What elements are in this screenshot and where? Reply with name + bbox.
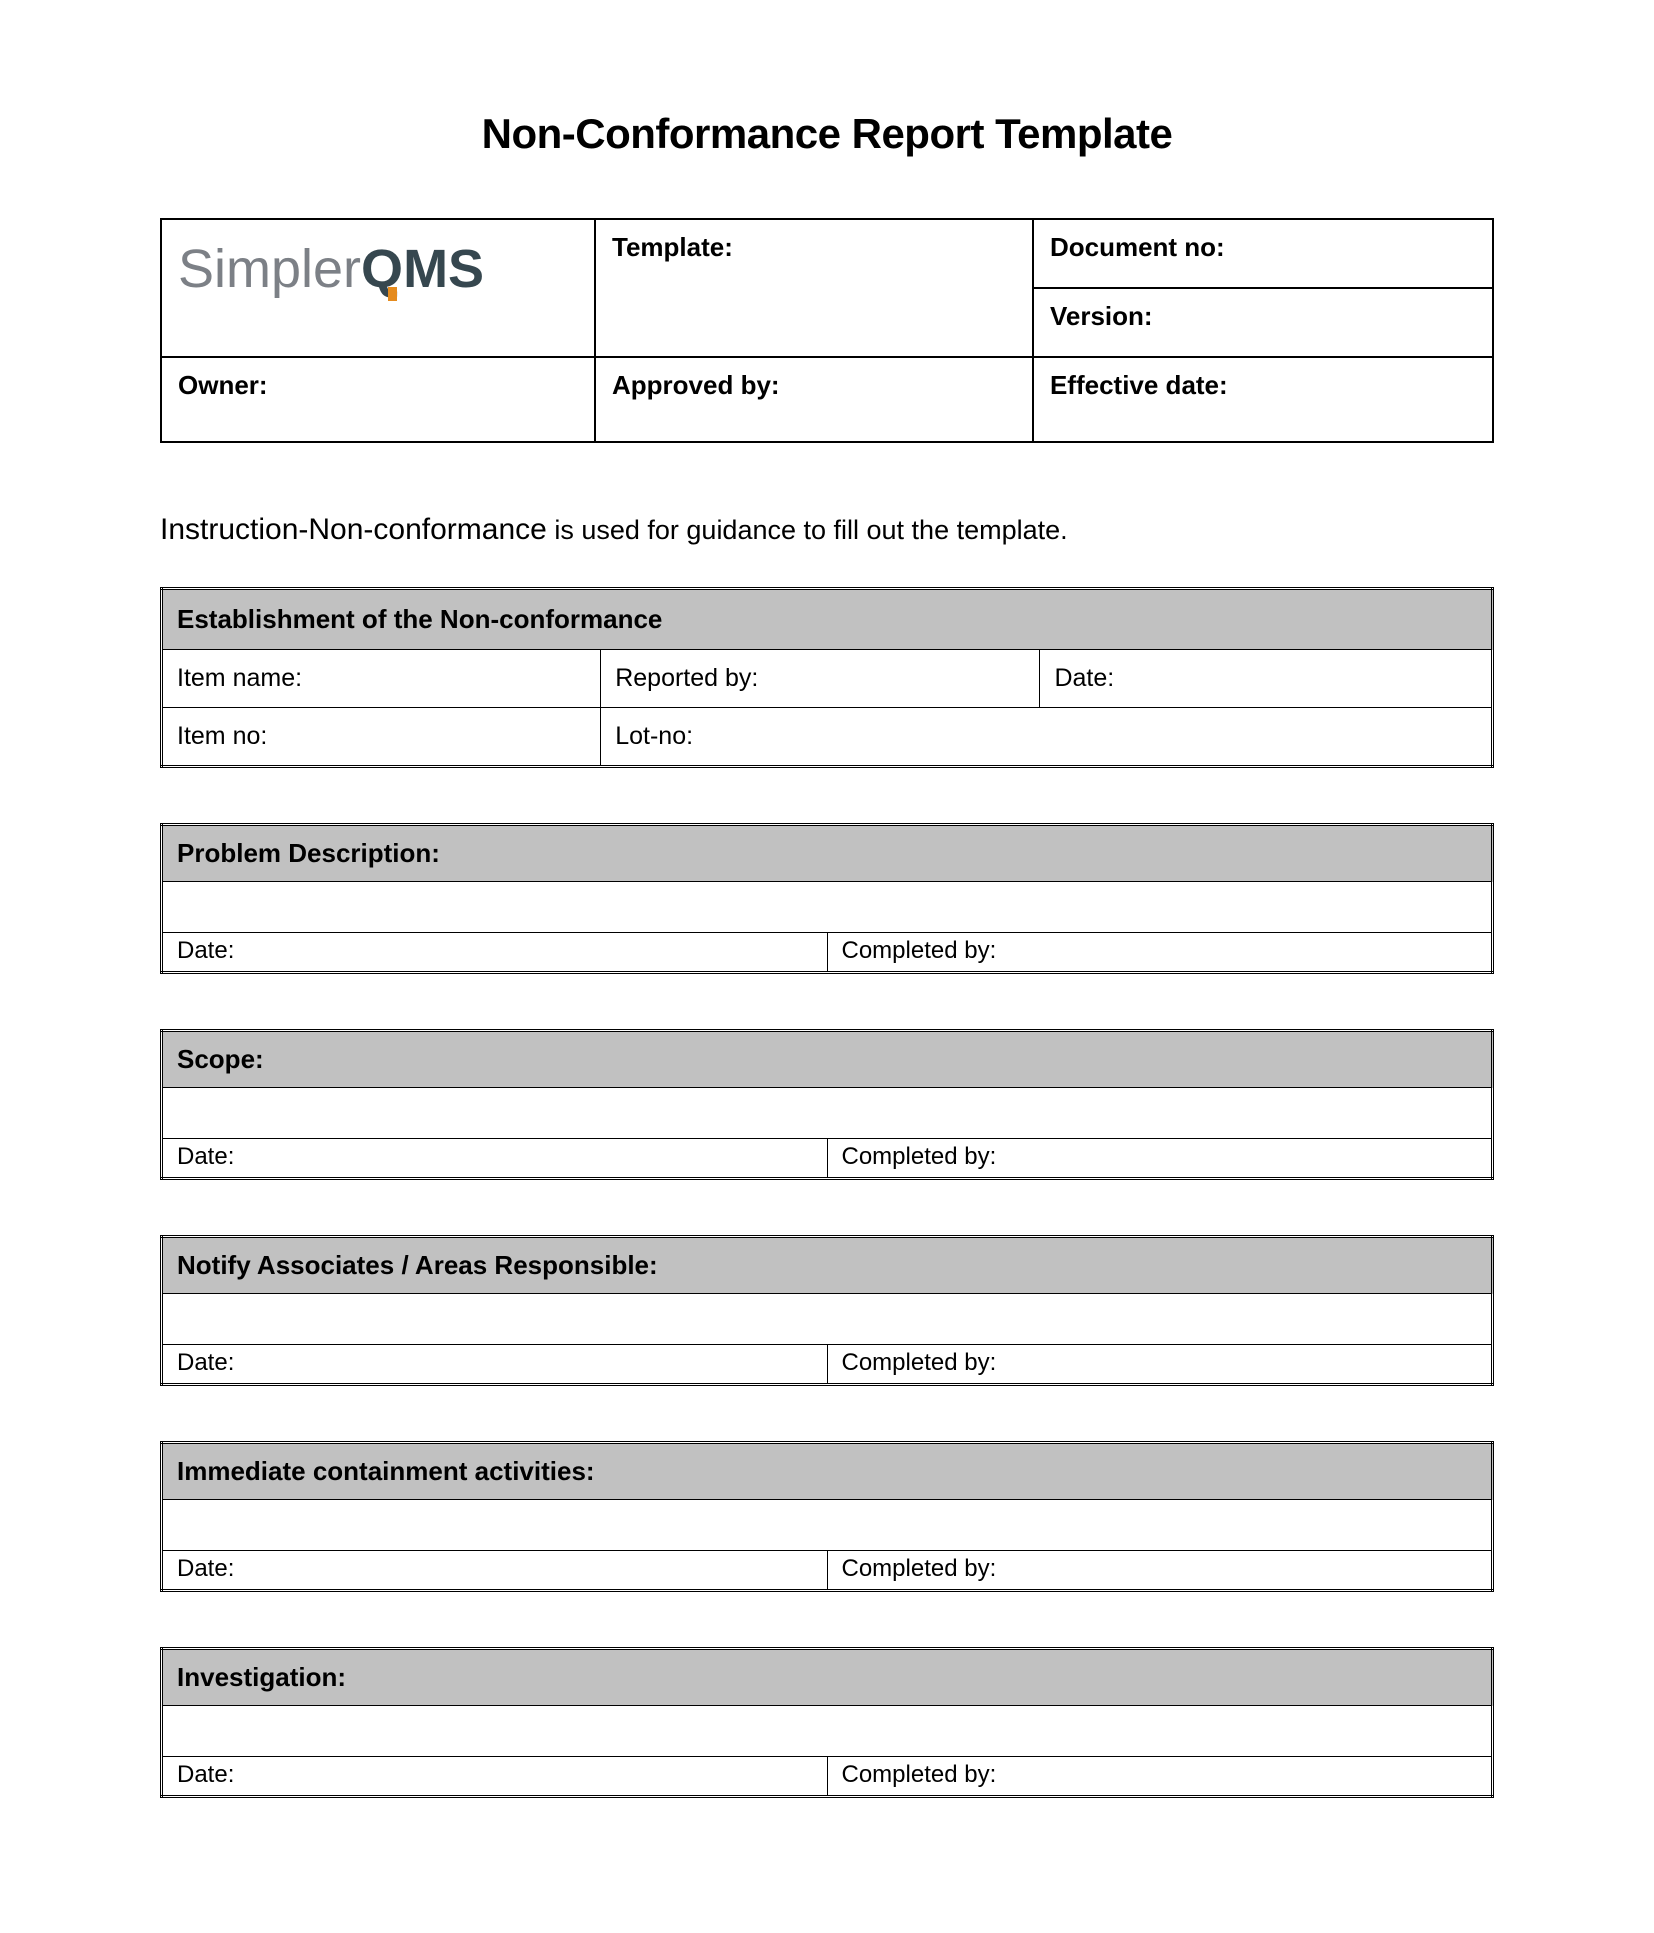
investigation-body	[162, 1706, 1493, 1757]
scope-completed-field: Completed by:	[827, 1139, 1493, 1179]
containment-date-field: Date:	[162, 1551, 828, 1591]
instruction-rest: is used for guidance to fill out the tem…	[547, 515, 1068, 545]
notify-heading: Notify Associates / Areas Responsible:	[162, 1237, 1493, 1294]
establishment-date-field: Date:	[1040, 650, 1493, 708]
template-field: Template:	[595, 219, 1033, 357]
lot-no-field: Lot-no:	[601, 708, 1493, 767]
problem-date-field: Date:	[162, 933, 828, 973]
scope-heading: Scope:	[162, 1031, 1493, 1088]
page-title: Non-Conformance Report Template	[160, 110, 1494, 158]
containment-table: Immediate containment activities: Date: …	[160, 1441, 1494, 1592]
problem-description-heading: Problem Description:	[162, 825, 1493, 882]
document-no-field: Document no:	[1033, 219, 1493, 288]
owner-field: Owner:	[161, 357, 595, 442]
problem-completed-field: Completed by:	[827, 933, 1493, 973]
version-field: Version:	[1033, 288, 1493, 357]
logo-text-q: Q	[361, 239, 403, 299]
instruction-lead: Instruction-Non-conformance	[160, 513, 547, 546]
logo-text-ms: MS	[403, 239, 484, 299]
notify-date-field: Date:	[162, 1345, 828, 1385]
problem-description-body	[162, 882, 1493, 933]
scope-date-field: Date:	[162, 1139, 828, 1179]
notify-completed-field: Completed by:	[827, 1345, 1493, 1385]
investigation-heading: Investigation:	[162, 1649, 1493, 1706]
effective-date-field: Effective date:	[1033, 357, 1493, 442]
investigation-table: Investigation: Date: Completed by:	[160, 1647, 1494, 1798]
establishment-table: Establishment of the Non-conformance Ite…	[160, 587, 1494, 768]
logo: SimplerQMS	[178, 239, 484, 299]
notify-body	[162, 1294, 1493, 1345]
item-no-field: Item no:	[162, 708, 601, 767]
scope-body	[162, 1088, 1493, 1139]
header-table: SimplerQMS Template: Document no: Versio…	[160, 218, 1494, 443]
page: Non-Conformance Report Template SimplerQ…	[0, 0, 1654, 1933]
investigation-date-field: Date:	[162, 1757, 828, 1797]
logo-text-simpler: Simpler	[178, 239, 361, 299]
reported-by-field: Reported by:	[601, 650, 1040, 708]
investigation-completed-field: Completed by:	[827, 1757, 1493, 1797]
logo-cell: SimplerQMS	[161, 219, 595, 357]
scope-table: Scope: Date: Completed by:	[160, 1029, 1494, 1180]
containment-heading: Immediate containment activities:	[162, 1443, 1493, 1500]
item-name-field: Item name:	[162, 650, 601, 708]
approved-by-field: Approved by:	[595, 357, 1033, 442]
instruction-text: Instruction-Non-conformance is used for …	[160, 513, 1494, 547]
establishment-heading: Establishment of the Non-conformance	[162, 589, 1493, 650]
problem-description-table: Problem Description: Date: Completed by:	[160, 823, 1494, 974]
containment-body	[162, 1500, 1493, 1551]
containment-completed-field: Completed by:	[827, 1551, 1493, 1591]
notify-table: Notify Associates / Areas Responsible: D…	[160, 1235, 1494, 1386]
